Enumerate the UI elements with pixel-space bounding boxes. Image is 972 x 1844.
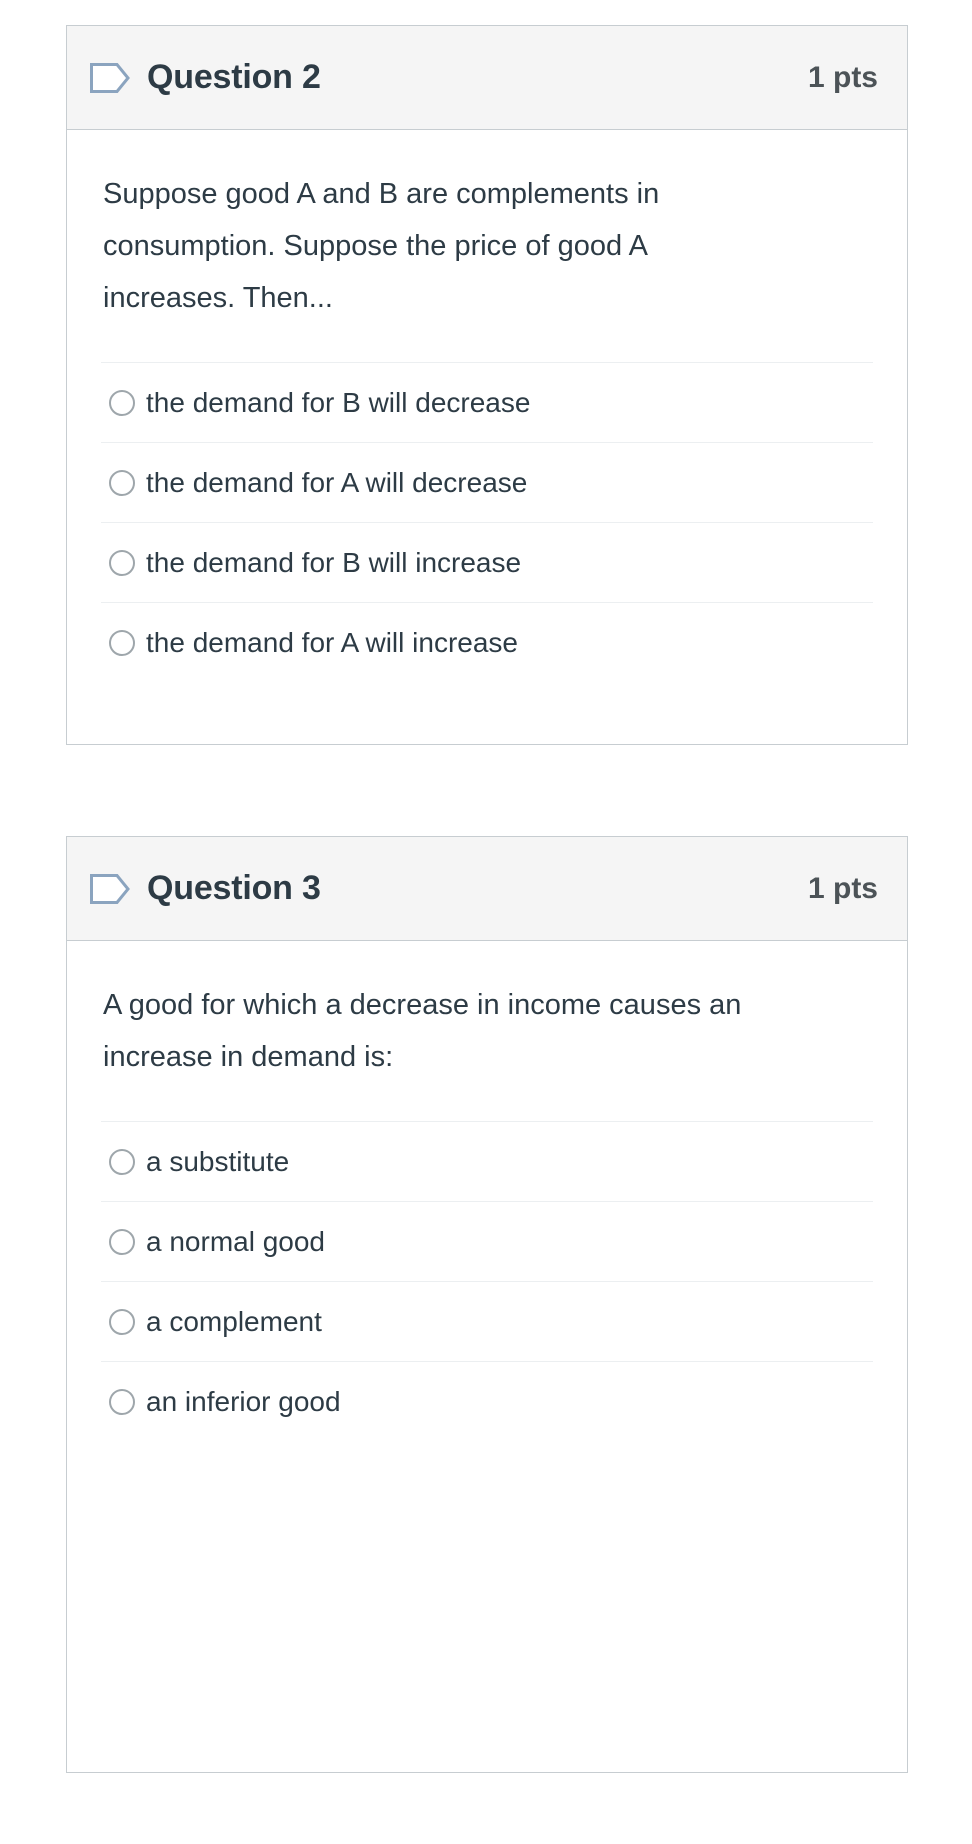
radio-button-icon[interactable]: [109, 629, 135, 656]
answer-option[interactable]: a complement: [101, 1281, 873, 1361]
question-title: Question 2: [147, 58, 321, 96]
quiz-page: Question 2 1 pts Suppose good A and B ar…: [0, 0, 972, 1844]
question-header-3: Question 3 1 pts: [67, 837, 907, 941]
answer-label: the demand for B will decrease: [146, 386, 531, 418]
radio-button-icon[interactable]: [109, 1228, 135, 1255]
answer-label: the demand for A will decrease: [146, 466, 528, 498]
question-card-2: Question 2 1 pts Suppose good A and B ar…: [66, 25, 908, 745]
answer-label: a complement: [146, 1305, 322, 1337]
answer-label: a normal good: [146, 1225, 326, 1257]
answer-label: an inferior good: [146, 1385, 341, 1417]
answer-option[interactable]: a normal good: [101, 1201, 873, 1281]
question-card-3: Question 3 1 pts A good for which a decr…: [66, 836, 908, 1773]
radio-button-icon[interactable]: [109, 1148, 135, 1175]
radio-button-icon[interactable]: [109, 1388, 135, 1415]
answer-label: the demand for B will increase: [146, 546, 522, 578]
radio-button-icon[interactable]: [109, 549, 135, 576]
answer-list-3: a substitute a normal good a complement …: [101, 1121, 873, 1481]
question-body-2: Suppose good A and B are complements in …: [67, 130, 907, 722]
radio-button-icon[interactable]: [109, 389, 135, 416]
answer-list-2: the demand for B will decrease the deman…: [101, 362, 873, 722]
flag-outline-icon: [90, 62, 130, 93]
answer-option[interactable]: the demand for A will increase: [101, 602, 873, 682]
question-text: Suppose good A and B are complements in …: [103, 178, 660, 314]
answer-label: the demand for A will increase: [146, 626, 518, 658]
answer-option[interactable]: the demand for B will increase: [101, 522, 873, 602]
radio-button-icon[interactable]: [109, 469, 135, 496]
flag-outline-icon: [90, 873, 130, 904]
question-text: A good for which a decrease in income ca…: [103, 989, 742, 1073]
question-header-2: Question 2 1 pts: [67, 26, 907, 130]
answer-label: a substitute: [146, 1145, 290, 1177]
question-body-3: A good for which a decrease in income ca…: [67, 941, 907, 1481]
answer-option[interactable]: an inferior good: [101, 1361, 873, 1441]
answer-option[interactable]: the demand for B will decrease: [101, 362, 873, 442]
question-points: 1 pts: [807, 871, 878, 905]
answer-option[interactable]: the demand for A will decrease: [101, 442, 873, 522]
question-title: Question 3: [147, 869, 321, 907]
radio-button-icon[interactable]: [109, 1308, 135, 1335]
question-points: 1 pts: [807, 60, 878, 94]
answer-option[interactable]: a substitute: [101, 1121, 873, 1201]
